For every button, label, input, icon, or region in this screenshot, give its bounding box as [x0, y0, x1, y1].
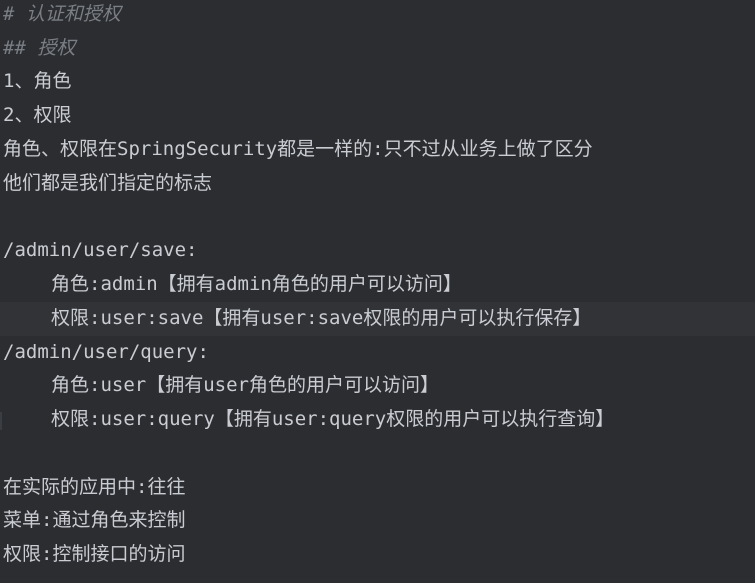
editor-line[interactable]: 2、权限: [0, 99, 755, 133]
editor-line-empty[interactable]: [0, 437, 755, 471]
editor-line[interactable]: 角色:admin【拥有admin角色的用户可以访问】: [0, 268, 755, 302]
editor-line[interactable]: 角色:user【拥有user角色的用户可以访问】: [0, 369, 755, 403]
editor-line[interactable]: 1、角色: [0, 65, 755, 99]
editor-line[interactable]: 角色、权限在SpringSecurity都是一样的:只不过从业务上做了区分: [0, 133, 755, 167]
editor-line[interactable]: 在实际的应用中:往往: [0, 471, 755, 505]
editor-line[interactable]: 权限:user:query【拥有user:query权限的用户可以执行查询】: [0, 403, 755, 437]
editor-line-heading-2[interactable]: ## 授权: [0, 32, 755, 66]
editor-line[interactable]: 他们都是我们指定的标志: [0, 167, 755, 201]
gutter-marker: [0, 412, 2, 430]
markdown-editor[interactable]: # 认证和授权 ## 授权 1、角色 2、权限 角色、权限在SpringSecu…: [0, 0, 755, 583]
editor-line-empty[interactable]: [0, 200, 755, 234]
editor-line[interactable]: /admin/user/query:: [0, 336, 755, 370]
editor-line-heading-1[interactable]: # 认证和授权: [0, 0, 755, 32]
editor-line-current[interactable]: 权限:user:save【拥有user:save权限的用户可以执行保存】: [0, 302, 755, 336]
editor-line[interactable]: /admin/user/save:: [0, 234, 755, 268]
editor-line[interactable]: 菜单:通过角色来控制: [0, 504, 755, 538]
editor-line[interactable]: 权限:控制接口的访问: [0, 538, 755, 572]
